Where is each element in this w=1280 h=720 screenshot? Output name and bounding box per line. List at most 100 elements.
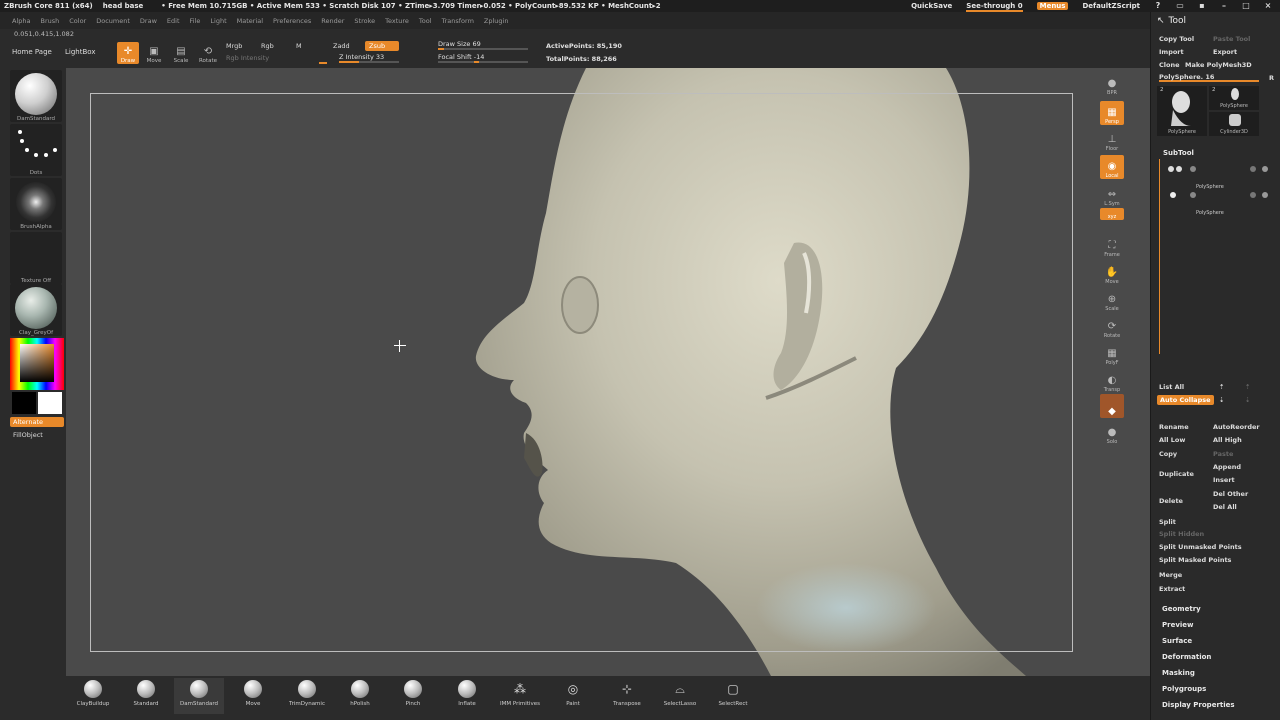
ghost-button[interactable]: ◆ xyxy=(1100,394,1124,418)
alpha-selector[interactable]: BrushAlpha xyxy=(10,178,62,230)
move-bottom-arrow-icon[interactable]: ⇣ xyxy=(1245,395,1250,405)
back-arrow-icon[interactable]: ↖ xyxy=(1157,16,1165,26)
delete-button[interactable]: Delete xyxy=(1159,496,1183,506)
menu-texture[interactable]: Texture xyxy=(385,17,409,25)
surface-section[interactable]: Surface xyxy=(1162,637,1280,645)
brush-pinch[interactable]: Pinch xyxy=(388,678,438,714)
subtool-section-title[interactable]: SubTool xyxy=(1163,149,1280,157)
menus-button[interactable]: Menus xyxy=(1036,2,1069,10)
saturation-square[interactable] xyxy=(20,344,54,382)
brush-move[interactable]: Move xyxy=(228,678,278,714)
move-up-arrow-icon[interactable]: ⇡ xyxy=(1219,382,1224,392)
brush-trimdynamic[interactable]: TrimDynamic xyxy=(282,678,332,714)
move-view-button[interactable]: ✋ Move xyxy=(1100,261,1124,285)
menu-document[interactable]: Document xyxy=(96,17,130,25)
display-properties-section[interactable]: Display Properties xyxy=(1162,701,1280,709)
close-icon[interactable]: × xyxy=(1264,2,1272,10)
subtool-item[interactable]: PolySphere xyxy=(1164,164,1274,190)
tool-thumb-cylinder[interactable]: Cylinder3D xyxy=(1209,112,1259,136)
copy-button[interactable]: Copy xyxy=(1159,449,1177,459)
focal-shift-slider[interactable]: Focal Shift -14 xyxy=(438,53,528,63)
minimize-icon[interactable]: – xyxy=(1220,2,1228,10)
extract-section[interactable]: Extract xyxy=(1159,584,1185,594)
append-button[interactable]: Append xyxy=(1213,462,1241,472)
duplicate-button[interactable]: Duplicate xyxy=(1159,469,1194,479)
maximize-icon[interactable]: □ xyxy=(1242,2,1250,10)
brush-standard[interactable]: Standard xyxy=(121,678,171,714)
menu-render[interactable]: Render xyxy=(321,17,344,25)
polygroups-section[interactable]: Polygroups xyxy=(1162,685,1280,693)
draw-size-slider[interactable]: Draw Size 69 xyxy=(438,40,528,50)
move-mode-button[interactable]: ▣ Move xyxy=(143,42,165,64)
brush-hpolish[interactable]: hPolish xyxy=(335,678,385,714)
eye-icon[interactable] xyxy=(1262,192,1268,198)
m-button[interactable]: M xyxy=(292,41,306,51)
brush-damstandard[interactable]: DamStandard xyxy=(174,678,224,714)
paste-button[interactable]: Paste xyxy=(1213,449,1233,459)
merge-section[interactable]: Merge xyxy=(1159,570,1182,580)
texture-selector[interactable]: Texture Off xyxy=(10,232,62,284)
mrgb-button[interactable]: Mrgb xyxy=(222,41,246,51)
all-high-button[interactable]: All High xyxy=(1213,435,1242,445)
brush-paint[interactable]: ◎ Paint xyxy=(548,678,598,714)
menu-edit[interactable]: Edit xyxy=(167,17,180,25)
quicksave-button[interactable]: QuickSave xyxy=(911,2,952,10)
move-top-arrow-icon[interactable]: ⇡ xyxy=(1245,382,1250,392)
z-intensity-slider[interactable]: Z Intensity 33 xyxy=(339,53,399,63)
layout-icon[interactable]: ▭ xyxy=(1176,2,1184,10)
fillobject-button[interactable]: FillObject xyxy=(10,430,64,440)
zsub-button[interactable]: Zsub xyxy=(365,41,399,51)
brush-imm-primitives[interactable]: ⁂ IMM Primitives xyxy=(495,678,545,714)
help-icon[interactable]: ? xyxy=(1154,2,1162,10)
see-through-slider[interactable]: See-through 0 xyxy=(966,2,1023,12)
geometry-section[interactable]: Geometry xyxy=(1162,605,1280,613)
menu-brush[interactable]: Brush xyxy=(40,17,59,25)
menu-file[interactable]: File xyxy=(190,17,201,25)
copy-tool-button[interactable]: Copy Tool xyxy=(1159,34,1194,44)
menu-tool[interactable]: Tool xyxy=(419,17,432,25)
menu-color[interactable]: Color xyxy=(69,17,86,25)
rename-button[interactable]: Rename xyxy=(1159,422,1189,432)
xyz-button[interactable]: xyz xyxy=(1100,208,1124,220)
make-polymesh-button[interactable]: Make PolyMesh3D xyxy=(1185,60,1252,70)
tool-thumb-polysphere-2[interactable]: 2 PolySphere xyxy=(1209,86,1259,110)
zadd-button[interactable]: Zadd xyxy=(329,41,354,51)
lock-icon[interactable]: ▪ xyxy=(1198,2,1206,10)
default-zscript-button[interactable]: DefaultZScript xyxy=(1082,2,1140,10)
rgb-button[interactable]: Rgb xyxy=(257,41,278,51)
del-other-button[interactable]: Del Other xyxy=(1213,489,1248,499)
list-all-button[interactable]: List All xyxy=(1159,382,1184,392)
lsym-button[interactable]: ⇔ L.Sym xyxy=(1100,183,1124,207)
polyf-button[interactable]: ▦ PolyF xyxy=(1100,342,1124,366)
move-down-arrow-icon[interactable]: ⇣ xyxy=(1219,395,1224,405)
tool-panel-header[interactable]: ↖ Tool xyxy=(1151,12,1280,30)
brush-inflate[interactable]: Inflate xyxy=(442,678,492,714)
del-all-button[interactable]: Del All xyxy=(1213,502,1237,512)
rgb-intensity-slider[interactable]: Rgb Intensity xyxy=(222,53,273,63)
export-button[interactable]: Export xyxy=(1213,47,1237,57)
current-tool-slider[interactable]: PolySphere. 16 xyxy=(1159,72,1259,82)
eye-icon[interactable] xyxy=(1262,166,1268,172)
frame-button[interactable]: ⛶ Frame xyxy=(1100,234,1124,258)
lightbox-button[interactable]: LightBox xyxy=(65,48,95,56)
brush-selectlasso[interactable]: ⌓ SelectLasso xyxy=(655,678,705,714)
bpr-button[interactable]: ● BPR xyxy=(1100,72,1124,96)
home-page-button[interactable]: Home Page xyxy=(12,48,52,56)
r-button[interactable]: R xyxy=(1269,73,1274,83)
menu-stroke[interactable]: Stroke xyxy=(354,17,375,25)
brush-transpose[interactable]: ⊹ Transpose xyxy=(602,678,652,714)
stroke-selector[interactable]: Dots xyxy=(10,124,62,176)
rotate-mode-button[interactable]: ⟲ Rotate xyxy=(197,42,219,64)
brush-selector[interactable]: DamStandard xyxy=(10,70,62,122)
subtool-item[interactable]: PolySphere xyxy=(1164,190,1274,216)
menu-zplugin[interactable]: Zplugin xyxy=(484,17,509,25)
rotate-view-button[interactable]: ⟳ Rotate xyxy=(1100,315,1124,339)
scale-mode-button[interactable]: ▤ Scale xyxy=(170,42,192,64)
menu-light[interactable]: Light xyxy=(210,17,226,25)
solo-button[interactable]: ● Solo xyxy=(1100,421,1124,445)
all-low-button[interactable]: All Low xyxy=(1159,435,1185,445)
menu-preferences[interactable]: Preferences xyxy=(273,17,311,25)
split-unmasked-button[interactable]: Split Unmasked Points xyxy=(1159,542,1242,552)
auto-collapse-button[interactable]: Auto Collapse xyxy=(1157,395,1214,405)
autoreorder-button[interactable]: AutoReorder xyxy=(1213,422,1260,432)
